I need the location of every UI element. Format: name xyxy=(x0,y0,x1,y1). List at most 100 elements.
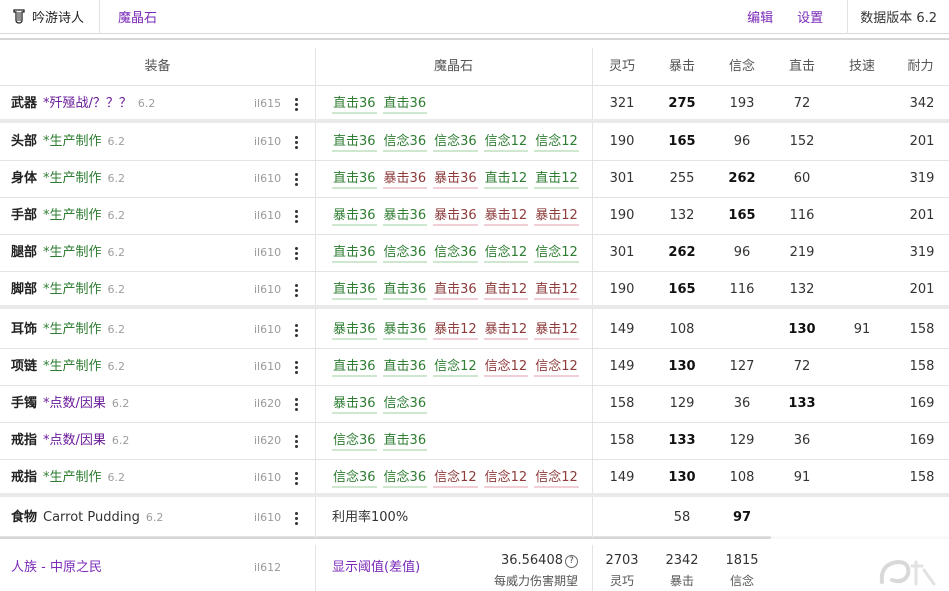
materia-slot[interactable]: 直击12 xyxy=(534,281,579,300)
item-name[interactable]: *生产制作 6.2 xyxy=(43,272,125,308)
more-options-icon[interactable] xyxy=(290,360,302,376)
materia-slot[interactable]: 暴击36 xyxy=(382,170,428,189)
more-options-icon[interactable] xyxy=(290,283,302,299)
materia-slot[interactable]: 直击36 xyxy=(332,133,377,152)
materia-slot[interactable]: 信念36 xyxy=(382,133,428,152)
total-determination: 1815 xyxy=(725,553,759,568)
more-options-icon[interactable] xyxy=(290,323,302,339)
materia-slot[interactable]: 信念12 xyxy=(483,358,529,377)
item-name[interactable]: *点数/因果 6.2 xyxy=(43,386,129,422)
materia-slot[interactable]: 信念36 xyxy=(382,469,428,488)
gear-row[interactable]: 耳饰 *生产制作 6.2 il610 暴击36 暴击36 暴击12 暴击12 暴击12 149 10… xyxy=(0,312,949,349)
materia-slot[interactable]: 直击12 xyxy=(534,170,579,189)
materia-slot[interactable]: 暴击12 xyxy=(534,207,579,226)
item-version: 6.2 xyxy=(145,511,164,524)
materia-slots: 直击36 信念36 信念36 信念12 信念12 xyxy=(332,235,585,271)
materia-slot[interactable]: 暴击12 xyxy=(433,321,478,340)
materia-slot[interactable]: 直击36 xyxy=(382,358,428,377)
materia-slot[interactable]: 暴击36 xyxy=(332,395,377,414)
materia-slot[interactable]: 暴击12 xyxy=(534,321,579,340)
race-selector[interactable]: 人族 - 中原之民 xyxy=(11,545,102,591)
gear-row[interactable]: 身体 *生产制作 6.2 il610 直击36 暴击36 暴击36 直击12 直击12 301 25… xyxy=(0,161,949,198)
more-options-icon[interactable] xyxy=(290,209,302,225)
materia-slot[interactable]: 直击36 xyxy=(332,281,377,300)
materia-slot[interactable]: 直击36 xyxy=(332,170,377,189)
stat-skill-speed xyxy=(832,349,892,385)
item-name-text: *生产制作 xyxy=(43,245,102,260)
item-name[interactable]: *生产制作 6.2 xyxy=(43,124,125,160)
materia-slot[interactable]: 信念12 xyxy=(483,133,529,152)
materia-slot[interactable]: 直击36 xyxy=(382,432,428,451)
slot-label: 头部 xyxy=(11,134,38,149)
item-name-text: *点数/因果 xyxy=(43,396,106,411)
materia-slot[interactable]: 信念12 xyxy=(534,358,579,377)
materia-slot[interactable]: 暴击12 xyxy=(483,321,529,340)
materia-slot[interactable]: 信念12 xyxy=(483,244,529,263)
materia-slot[interactable]: 信念36 xyxy=(382,395,428,414)
materia-slot[interactable]: 直击12 xyxy=(483,281,529,300)
item-name[interactable]: *点数/因果 6.2 xyxy=(43,423,129,459)
more-options-icon[interactable] xyxy=(290,434,302,450)
gear-row[interactable]: 头部 *生产制作 6.2 il610 直击36 信念36 信念36 信念12 信念12 190 16… xyxy=(0,124,949,161)
item-name[interactable]: *生产制作 6.2 xyxy=(43,312,125,348)
item-name[interactable]: *生产制作 6.2 xyxy=(43,349,125,385)
tab-meld[interactable]: 魔晶石 xyxy=(118,7,157,26)
stat-critical: 129 xyxy=(669,396,695,411)
item-name[interactable]: Carrot Pudding 6.2 xyxy=(43,500,163,536)
gear-row[interactable]: 腿部 *生产制作 6.2 il610 直击36 信念36 信念36 信念12 信念12 301 26… xyxy=(0,235,949,272)
materia-slot[interactable]: 信念36 xyxy=(382,244,428,263)
materia-slot[interactable]: 暴击36 xyxy=(433,207,478,226)
materia-slot[interactable]: 暴击36 xyxy=(382,321,428,340)
materia-slot[interactable]: 直击36 xyxy=(332,358,377,377)
materia-slot[interactable]: 信念12 xyxy=(534,244,579,263)
materia-slot[interactable]: 直击36 xyxy=(332,244,377,263)
item-name[interactable]: *歼殛战/？？？ 6.2 xyxy=(43,86,155,122)
materia-slot[interactable]: 信念12 xyxy=(534,469,579,488)
gear-row[interactable]: 手镯 *点数/因果 6.2 il620 暴击36 信念36 158 129 36 133 169 xyxy=(0,386,949,423)
gear-row[interactable]: 脚部 *生产制作 6.2 il610 直击36 直击36 直击36 直击12 直击12 190 16… xyxy=(0,272,949,309)
materia-slot[interactable]: 信念12 xyxy=(433,469,478,488)
gear-row[interactable]: 戒指 *生产制作 6.2 il610 信念36 信念36 信念12 信念12 信念12 149 13… xyxy=(0,460,949,497)
more-options-icon[interactable] xyxy=(290,397,302,413)
item-name[interactable]: *生产制作 6.2 xyxy=(43,198,125,234)
stat-critical: 130 xyxy=(668,470,696,485)
more-options-icon[interactable] xyxy=(290,511,302,527)
materia-slot[interactable]: 直击36 xyxy=(332,95,377,114)
materia-slot[interactable]: 信念36 xyxy=(332,432,377,451)
settings-link[interactable]: 设置 xyxy=(797,7,823,26)
materia-slot[interactable]: 暴击36 xyxy=(382,207,428,226)
gear-row[interactable]: 手部 *生产制作 6.2 il610 暴击36 暴击36 暴击36 暴击12 暴击12 190 13… xyxy=(0,198,949,235)
materia-slot[interactable]: 信念12 xyxy=(483,469,529,488)
more-options-icon[interactable] xyxy=(290,471,302,487)
item-name[interactable]: *生产制作 6.2 xyxy=(43,161,125,197)
item-name[interactable]: *生产制作 6.2 xyxy=(43,460,125,496)
gear-row[interactable]: 项链 *生产制作 6.2 il610 直击36 直击36 信念12 信念12 信念12 149 13… xyxy=(0,349,949,386)
gear-row[interactable]: 武器 *歼殛战/？？？ 6.2 il615 直击36 直击36 321 275 193 72 342 xyxy=(0,86,949,123)
stat-direct-hit: 133 xyxy=(788,396,816,411)
more-options-icon[interactable] xyxy=(290,97,302,113)
more-options-icon[interactable] xyxy=(290,135,302,151)
materia-slot[interactable]: 直击12 xyxy=(483,170,529,189)
materia-slot[interactable]: 直击36 xyxy=(433,281,478,300)
materia-slot[interactable]: 信念12 xyxy=(433,358,478,377)
materia-slot[interactable]: 信念36 xyxy=(433,244,478,263)
materia-slot[interactable]: 信念12 xyxy=(534,133,579,152)
item-name[interactable]: *生产制作 6.2 xyxy=(43,235,125,271)
materia-slot[interactable]: 信念36 xyxy=(433,133,478,152)
help-icon[interactable]: ? xyxy=(565,555,578,568)
edit-link[interactable]: 编辑 xyxy=(747,7,773,26)
job-name: 吟游诗人 xyxy=(32,11,85,26)
more-options-icon[interactable] xyxy=(290,246,302,262)
job-selector[interactable]: 吟游诗人 xyxy=(0,0,100,34)
materia-slot[interactable]: 暴击36 xyxy=(433,170,478,189)
materia-slot[interactable]: 暴击36 xyxy=(332,207,377,226)
materia-slot[interactable]: 暴击12 xyxy=(483,207,529,226)
gear-row[interactable]: 戒指 *点数/因果 6.2 il620 信念36 直击36 158 133 129 36 169 xyxy=(0,423,949,460)
materia-slot[interactable]: 暴击36 xyxy=(332,321,377,340)
materia-slot[interactable]: 直击36 xyxy=(382,95,428,114)
materia-slot[interactable]: 直击36 xyxy=(382,281,428,300)
show-threshold-toggle[interactable]: 显示阈值(差值) xyxy=(332,545,420,591)
materia-slot[interactable]: 信念36 xyxy=(332,469,377,488)
materia-slots: 直击36 信念36 信念36 信念12 信念12 xyxy=(332,124,585,160)
more-options-icon[interactable] xyxy=(290,172,302,188)
